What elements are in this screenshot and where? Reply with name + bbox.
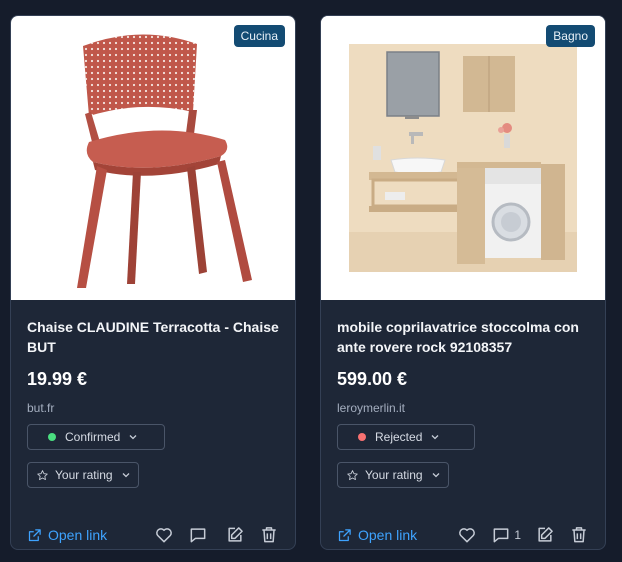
status-label: Rejected xyxy=(375,430,423,444)
trash-icon xyxy=(262,527,276,543)
status-dot xyxy=(358,433,366,441)
category-badge: Bagno xyxy=(546,25,595,47)
edit-button[interactable] xyxy=(535,525,555,545)
heart-icon xyxy=(459,528,476,543)
edit-icon xyxy=(228,527,243,542)
rating-label: Your rating xyxy=(365,468,423,482)
external-link-icon xyxy=(338,528,351,541)
chair-image xyxy=(77,34,252,288)
trash-icon xyxy=(572,527,586,543)
product-image: Cucina xyxy=(11,16,295,300)
product-card: Cucina Chaise CLAUDINE Terracotta - Chai… xyxy=(10,15,296,550)
external-link-icon xyxy=(28,528,41,541)
bathroom-cabinet-image xyxy=(321,16,605,300)
favorite-button[interactable] xyxy=(154,525,174,545)
product-price: 599.00 € xyxy=(337,369,408,389)
rating-label: Your rating xyxy=(55,468,113,482)
product-image: Bagno xyxy=(321,16,605,300)
category-badge: Cucina xyxy=(233,25,285,47)
star-icon xyxy=(347,469,358,480)
comment-count: 1 xyxy=(514,528,521,542)
delete-button[interactable] xyxy=(259,525,279,545)
chevron-down-icon xyxy=(129,435,137,440)
status-label: Confirmed xyxy=(65,430,121,444)
edit-icon xyxy=(538,527,553,542)
source-domain: but.fr xyxy=(27,401,55,415)
status-dropdown[interactable]: Confirmed xyxy=(27,424,165,450)
source-domain: leroymerlin.it xyxy=(337,401,406,415)
comment-icon xyxy=(493,528,509,543)
card-actions: Open link xyxy=(27,520,279,549)
open-link-button[interactable]: Open link xyxy=(337,527,417,543)
chevron-down-icon xyxy=(431,435,439,440)
rating-dropdown[interactable]: Your rating xyxy=(27,462,139,488)
open-link-label: Open link xyxy=(358,527,418,543)
comment-button[interactable]: 1 xyxy=(491,525,521,545)
edit-button[interactable] xyxy=(225,525,245,545)
status-dropdown[interactable]: Rejected xyxy=(337,424,475,450)
chevron-down-icon xyxy=(432,473,440,478)
rating-dropdown[interactable]: Your rating xyxy=(337,462,449,488)
status-dot xyxy=(48,433,56,441)
delete-button[interactable] xyxy=(569,525,589,545)
star-icon xyxy=(37,469,48,480)
comment-icon xyxy=(190,528,206,543)
product-price: 19.99 € xyxy=(27,369,88,389)
open-link-button[interactable]: Open link xyxy=(27,527,107,543)
favorite-button[interactable] xyxy=(457,525,477,545)
product-title: Chaise CLAUDINE Terracotta - Chaise BUT xyxy=(27,319,279,355)
product-title: mobile coprilavatrice stoccolma con ante… xyxy=(337,319,579,355)
product-card: Bagno mobile coprilavatrice stoccolma co… xyxy=(320,15,606,550)
heart-icon xyxy=(156,528,172,543)
chevron-down-icon xyxy=(122,473,130,478)
open-link-label: Open link xyxy=(48,527,108,543)
card-actions: Open link 1 xyxy=(337,520,589,549)
comment-button[interactable] xyxy=(188,525,211,545)
